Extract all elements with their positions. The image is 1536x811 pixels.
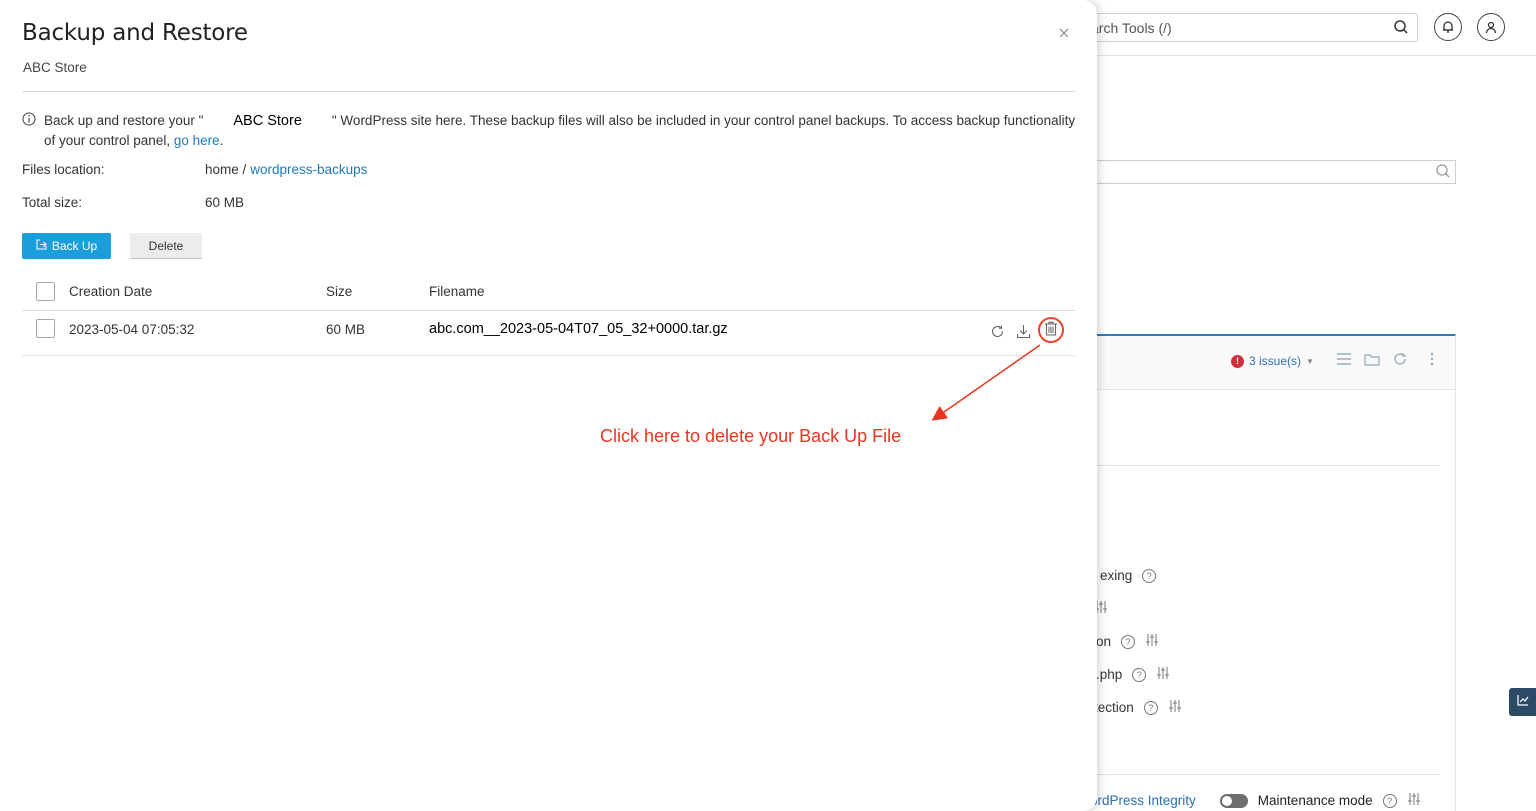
- setting-item-label: tection: [1094, 700, 1134, 715]
- go-here-link[interactable]: go here: [174, 133, 220, 148]
- backup-icon: [36, 239, 47, 253]
- folder-icon[interactable]: [1364, 352, 1380, 371]
- list-icon[interactable]: [1336, 352, 1352, 371]
- sliders-icon[interactable]: [1156, 666, 1170, 683]
- help-icon[interactable]: ?: [1132, 667, 1147, 682]
- row-actions: [988, 317, 1064, 343]
- bottom-toolbar: ordPress Integrity Maintenance mode ?: [1090, 792, 1421, 809]
- help-icon[interactable]: ?: [1142, 568, 1157, 583]
- total-size-row: Total size: 60 MB: [22, 195, 244, 210]
- row-filename: abc.com__2023-05-04T07_05_32+0000.tar.gz: [429, 321, 728, 337]
- chevron-down-icon: ▼: [1306, 356, 1314, 366]
- total-size-label: Total size:: [22, 195, 83, 210]
- panel-divider: [1060, 774, 1440, 775]
- row-size: 60 MB: [326, 322, 366, 337]
- back-up-button[interactable]: Back Up: [22, 233, 111, 259]
- info-icon: [22, 112, 36, 131]
- wordpress-integrity-link[interactable]: ordPress Integrity: [1090, 793, 1196, 808]
- setting-item-label: exing: [1100, 568, 1133, 583]
- delete-button[interactable]: Delete: [130, 233, 202, 259]
- help-icon[interactable]: ?: [1382, 793, 1397, 808]
- help-icon[interactable]: ?: [1121, 634, 1136, 649]
- info-text-before: Back up and restore your ": [44, 113, 204, 128]
- refresh-icon[interactable]: [1392, 352, 1408, 371]
- panel-toolbar: [1336, 352, 1434, 371]
- notifications-bell-icon[interactable]: [1434, 13, 1462, 41]
- select-all-checkbox[interactable]: [36, 282, 55, 301]
- more-vertical-icon[interactable]: [1430, 352, 1434, 371]
- dialog-subtitle: ABC Store: [23, 60, 87, 75]
- issues-label: 3 issue(s): [1249, 354, 1302, 368]
- info-site-name: ABC Store: [233, 113, 302, 129]
- column-size[interactable]: Size: [326, 284, 352, 299]
- help-icon[interactable]: ?: [1143, 700, 1158, 715]
- issues-link[interactable]: ! 3 issue(s) ▼: [1231, 354, 1314, 368]
- maintenance-toggle[interactable]: [1219, 793, 1248, 808]
- dialog-title: Backup and Restore: [22, 20, 248, 46]
- setting-item-label: .php: [1096, 667, 1123, 682]
- total-size-value: 60 MB: [205, 195, 245, 210]
- tools-search-input[interactable]: arch Tools (/): [1060, 13, 1418, 42]
- header-divider: [22, 91, 1075, 92]
- row-creation-date: 2023-05-04 07:05:32: [69, 322, 195, 337]
- info-text-end: .: [219, 133, 224, 148]
- annotation-text: Click here to delete your Back Up File: [600, 426, 902, 446]
- row-checkbox[interactable]: [36, 319, 55, 338]
- sliders-icon[interactable]: [1168, 699, 1182, 716]
- line-chart-icon: [1516, 693, 1529, 711]
- search-icon[interactable]: [1435, 163, 1451, 184]
- restore-icon[interactable]: [988, 322, 1006, 340]
- close-icon[interactable]: [1056, 25, 1072, 41]
- sliders-icon[interactable]: [1407, 792, 1421, 809]
- table-header: Creation Date Size Filename: [22, 272, 1075, 311]
- column-creation-date[interactable]: Creation Date: [69, 284, 152, 299]
- trash-icon: [1044, 321, 1058, 339]
- files-location-row: Files location: home / wordpress-backups: [22, 162, 367, 177]
- table-row: 2023-05-04 07:05:32 60 MB abc.com__2023-…: [22, 311, 1075, 356]
- backups-table: Creation Date Size Filename 2023-05-04 0…: [22, 272, 1075, 356]
- filter-input[interactable]: [1060, 160, 1456, 184]
- maintenance-label: Maintenance mode: [1257, 793, 1373, 808]
- download-icon[interactable]: [1014, 322, 1032, 340]
- files-location-home: home /: [205, 162, 247, 177]
- search-icon[interactable]: [1393, 19, 1409, 38]
- chart-side-button[interactable]: [1509, 688, 1536, 716]
- sliders-icon[interactable]: [1145, 633, 1159, 650]
- back-up-button-label: Back Up: [51, 239, 98, 253]
- column-filename[interactable]: Filename: [429, 284, 485, 299]
- wordpress-backups-link[interactable]: wordpress-backups: [250, 162, 367, 177]
- tools-search-placeholder: arch Tools (/): [1091, 20, 1172, 36]
- delete-file-button[interactable]: [1038, 317, 1064, 343]
- panel-divider: [1060, 465, 1440, 466]
- warning-icon: !: [1231, 354, 1244, 368]
- files-location-label: Files location:: [22, 162, 105, 177]
- backup-restore-dialog: Backup and Restore ABC Store Back up and…: [0, 0, 1097, 811]
- info-message: Back up and restore your " ABC Store " Wor…: [22, 111, 1082, 150]
- site-panel-header: ! 3 issue(s) ▼: [1061, 336, 1455, 390]
- user-profile-icon[interactable]: [1477, 13, 1505, 41]
- setting-item-label: on: [1096, 634, 1112, 649]
